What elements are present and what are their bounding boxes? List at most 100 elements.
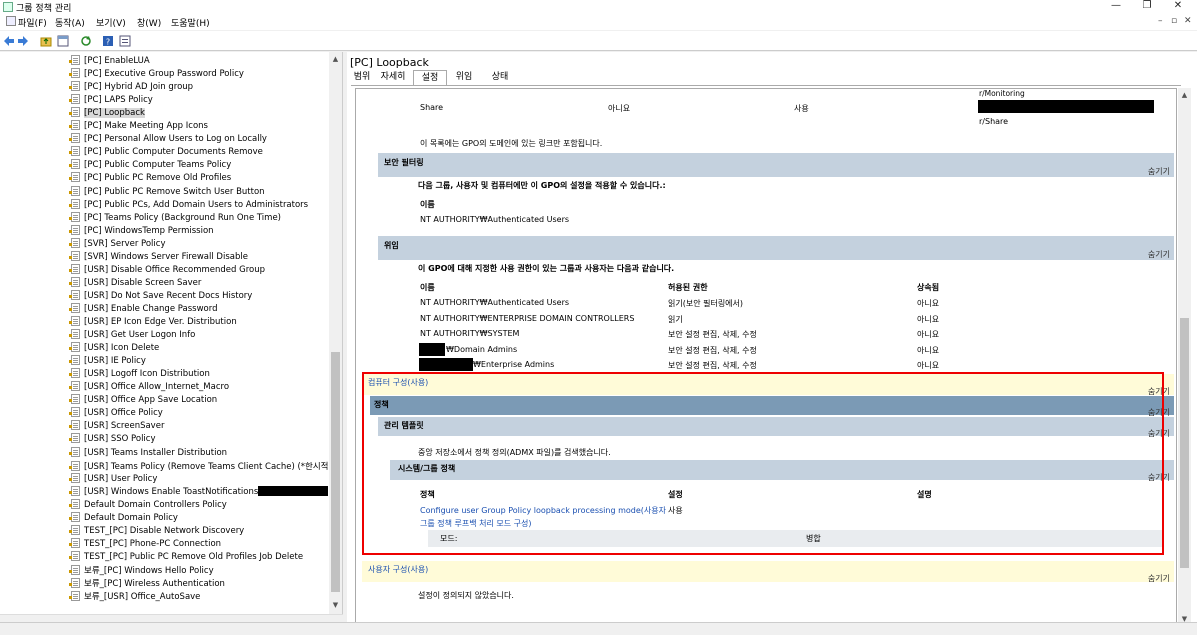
tab-settings[interactable]: 설정 [413, 70, 447, 85]
security-filtering-header[interactable]: 보안 필터링 숨기기 [378, 153, 1174, 177]
help-icon[interactable]: ? [102, 35, 114, 47]
tree-item-gpo[interactable]: [USR] Teams Installer Distribution [69, 446, 227, 460]
tree-item-gpo[interactable]: 보류_[PC] Windows Hello Policy [69, 564, 214, 577]
delegation-inherited: 아니요 [917, 346, 940, 355]
tree-item-label: [USR] Logoff Icon Distribution [84, 369, 210, 380]
tree-item-gpo[interactable]: TEST_[PC] Public PC Remove Old Profiles … [69, 550, 304, 564]
tree-item-gpo[interactable]: [USR] Office App Save Location [69, 394, 217, 407]
tree-item-gpo[interactable]: [USR] Office Allow_Internet_Macro [69, 381, 229, 394]
tree-item-gpo[interactable]: [PC] Executive Group Password Policy [69, 68, 244, 81]
tree-item-gpo[interactable]: [USR] EP Icon Edge Ver. Distribution [69, 316, 237, 329]
gpo-link-icon [69, 237, 80, 248]
tree-scroll-thumb[interactable] [331, 352, 340, 592]
gpo-link-icon [69, 146, 80, 157]
mdi-restore-button[interactable]: ▫ [1171, 16, 1177, 26]
user-config-header[interactable]: 사용자 구성(사용) 숨기기 [362, 561, 1174, 584]
tab-divider [351, 85, 1181, 86]
view-icon[interactable] [57, 35, 69, 47]
user-config-hide-link[interactable]: 숨기기 [1148, 573, 1170, 584]
security-name-header: 이름 [420, 200, 435, 209]
tree-item-gpo[interactable]: [USR] User Policy [69, 472, 157, 486]
menu-action[interactable]: 동작(A) [55, 16, 85, 29]
menu-view[interactable]: 보기(V) [96, 16, 126, 29]
tree-item-gpo[interactable]: [PC] EnableLUA [69, 55, 150, 68]
tree-item-label: 보류_[USR] Office_AutoSave [84, 592, 201, 603]
system-menu-icon[interactable] [6, 16, 16, 26]
menu-help[interactable]: 도움말(H) [171, 16, 210, 29]
tree-item-gpo[interactable]: [PC] LAPS Policy [69, 94, 153, 107]
mdi-close-button[interactable]: ✕ [1184, 16, 1192, 26]
properties-icon[interactable] [119, 35, 131, 47]
refresh-icon[interactable] [80, 35, 92, 47]
tree-item-gpo[interactable]: 보류_[PC] Wireless Authentication [69, 577, 225, 590]
delegation-hide-link[interactable]: 숨기기 [1148, 249, 1170, 260]
close-button[interactable]: ✕ [1165, 0, 1191, 13]
folder-up-icon[interactable] [40, 35, 52, 47]
tree-item-gpo[interactable]: [PC] WindowsTemp Permission [69, 224, 214, 238]
scroll-down-arrow-icon[interactable]: ▼ [330, 600, 341, 611]
tree-item-gpo[interactable]: [USR] Windows Enable ToastNotifications [69, 485, 329, 499]
tree-item-gpo[interactable]: [USR] Disable Office Recommended Group [69, 263, 265, 277]
tab-scope[interactable]: 범위 [351, 70, 373, 85]
delegation-header[interactable]: 위임 숨기기 [378, 236, 1174, 260]
menu-file[interactable]: 파일(F) [18, 16, 47, 29]
tree-item-label: [PC] EnableLUA [84, 56, 150, 66]
tree-item-gpo[interactable]: [USR] ScreenSaver [69, 420, 164, 433]
tree-item-gpo[interactable]: [PC] Hybrid AD Join group [69, 81, 193, 94]
tree-item-gpo[interactable]: Default Domain Policy [69, 511, 178, 525]
report-scroll-thumb[interactable] [1180, 318, 1189, 568]
tree-item-gpo[interactable]: [PC] Public Computer Teams Policy [69, 159, 231, 172]
toolbar: ? [0, 31, 1197, 51]
tree-item-label: 보류_[PC] Wireless Authentication [84, 579, 225, 589]
tree-item-gpo[interactable]: [USR] Get User Logon Info [69, 329, 195, 342]
tree-item-gpo[interactable]: [PC] Public Computer Documents Remove [69, 146, 263, 159]
tree-item-label: [PC] Public PC Remove Switch User Button [84, 186, 265, 197]
tree-item-gpo[interactable]: [USR] IE Policy [69, 355, 146, 368]
delegation-permission: 보안 설정 편집, 삭제, 수정 [668, 346, 757, 355]
back-icon[interactable] [3, 35, 15, 47]
tree-item-gpo[interactable]: [SVR] Windows Server Firewall Disable [69, 250, 248, 264]
tree-item-gpo[interactable]: [USR] Do Not Save Recent Docs History [69, 289, 252, 303]
tree-item-gpo[interactable]: [PC] Public PCs, Add Domain Users to Adm… [69, 198, 308, 212]
tree-item-gpo[interactable]: [USR] Disable Screen Saver [69, 276, 201, 290]
tree-item-gpo[interactable]: [PC] Personal Allow Users to Log on Loca… [69, 133, 267, 146]
tree-item-gpo[interactable]: [USR] Logoff Icon Distribution [69, 368, 210, 381]
tree-item-gpo[interactable]: [USR] Office Policy [69, 407, 163, 420]
tree-item-gpo[interactable]: [USR] Enable Change Password [69, 302, 217, 316]
tree-item-gpo[interactable]: [USR] Icon Delete [69, 342, 159, 355]
tree-item-gpo[interactable]: [PC] Public PC Remove Switch User Button [69, 185, 265, 199]
gpo-link-icon [69, 172, 80, 183]
scroll-up-arrow-icon[interactable]: ▲ [330, 54, 341, 65]
delegation-col-name: 이름 [420, 283, 435, 292]
tab-details[interactable]: 자세히 [375, 70, 411, 85]
tree-item-gpo[interactable]: [PC] Public PC Remove Old Profiles [69, 172, 231, 185]
tree-item-gpo[interactable]: [PC] Teams Policy (Background Run One Ti… [69, 211, 281, 225]
maximize-button[interactable]: ❐ [1134, 0, 1160, 13]
tree-scrollbar[interactable]: ▲ ▼ [329, 52, 342, 614]
tree-item-gpo[interactable]: [PC] Make Meeting App Icons [69, 120, 208, 133]
tree-item-gpo[interactable]: [SVR] Server Policy [69, 237, 165, 251]
tab-status[interactable]: 상태 [483, 70, 517, 85]
redacted-text [258, 485, 329, 496]
tree-item-gpo[interactable]: [USR] SSO Policy [69, 433, 156, 446]
minimize-button[interactable]: — [1103, 0, 1129, 13]
tree-item-gpo[interactable]: [PC] Loopback [69, 107, 145, 120]
forward-icon[interactable] [17, 35, 29, 47]
tree-item-gpo[interactable]: Default Domain Controllers Policy [69, 498, 227, 512]
tree-item-gpo[interactable]: 보류_[USR] Office_AutoSave [69, 590, 201, 603]
delegation-principal: ₩Enterprise Admins [473, 360, 555, 369]
tree-item-gpo[interactable]: TEST_[PC] Phone-PC Connection [69, 537, 221, 551]
tree-item-gpo[interactable]: TEST_[PC] Disable Network Discovery [69, 524, 244, 538]
gpo-link-icon [69, 211, 80, 222]
delegation-inherited: 아니요 [917, 315, 940, 324]
menu-window[interactable]: 창(W) [137, 16, 161, 29]
security-hide-link[interactable]: 숨기기 [1148, 166, 1170, 177]
gpo-link-icon [69, 94, 80, 105]
tree-item-label: [PC] Make Meeting App Icons [84, 121, 208, 132]
tree-item-gpo[interactable]: [USR] Teams Policy (Remove Teams Client … [69, 460, 339, 473]
mdi-minimize-button[interactable]: – [1158, 16, 1163, 26]
tab-delegation[interactable]: 위임 [449, 70, 479, 85]
scroll-up-arrow-icon[interactable]: ▲ [1179, 90, 1190, 101]
report-scrollbar[interactable]: ▲ ▼ [1178, 88, 1191, 628]
tree-item-label: TEST_[PC] Public PC Remove Old Profiles … [84, 551, 304, 562]
